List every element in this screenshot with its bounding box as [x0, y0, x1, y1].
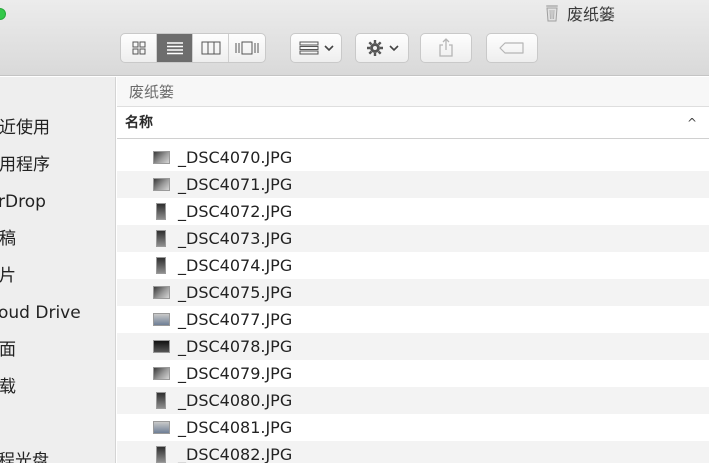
- sidebar-item-recents[interactable]: 近使用: [0, 113, 116, 143]
- sidebar-item-pictures[interactable]: 片: [0, 261, 116, 291]
- list-item[interactable]: _DSC4079.JPG: [117, 360, 709, 387]
- list-view-icon: [166, 42, 183, 55]
- window-title: 废纸篓: [567, 5, 616, 24]
- list-item[interactable]: _DSC4072.JPG: [117, 198, 709, 225]
- image-thumbnail-icon: [153, 340, 170, 353]
- arrange-button[interactable]: [290, 33, 342, 63]
- sidebar-item-label: rDrop: [0, 192, 46, 212]
- file-name: _DSC4072.JPG: [178, 202, 293, 221]
- name-column-header[interactable]: 名称 ^: [117, 108, 709, 139]
- cover-flow-icon: [235, 41, 259, 55]
- window-title-group: 废纸篓: [545, 3, 616, 24]
- file-name: _DSC4070.JPG: [178, 148, 293, 167]
- image-thumbnail-icon: [153, 151, 170, 164]
- cover-flow-button[interactable]: [229, 34, 265, 62]
- tag-button[interactable]: [486, 33, 538, 63]
- path-bar: 废纸篓: [117, 77, 709, 107]
- share-icon: [439, 38, 453, 57]
- file-name: _DSC4074.JPG: [178, 256, 293, 275]
- sidebar-item-airdrop[interactable]: rDrop: [0, 187, 116, 217]
- list-item[interactable]: _DSC4071.JPG: [117, 171, 709, 198]
- sidebar-item-label: 载: [0, 377, 16, 397]
- path-bar-label: 废纸篓: [129, 83, 175, 101]
- list-item[interactable]: _DSC4070.JPG: [117, 144, 709, 171]
- sidebar-item-label: oud Drive: [0, 303, 81, 323]
- share-button[interactable]: [420, 33, 472, 63]
- column-view-icon: [201, 41, 220, 55]
- sidebar-item-label: 面: [0, 340, 16, 360]
- image-thumbnail-icon: [156, 257, 166, 274]
- list-item[interactable]: _DSC4077.JPG: [117, 306, 709, 333]
- sidebar-item-desktop[interactable]: 面: [0, 335, 116, 365]
- sidebar-item-applications[interactable]: 用程序: [0, 150, 116, 180]
- image-thumbnail-icon: [153, 178, 170, 191]
- file-name: _DSC4077.JPG: [178, 310, 293, 329]
- file-name: _DSC4080.JPG: [178, 391, 293, 410]
- file-name: _DSC4075.JPG: [178, 283, 293, 302]
- list-item[interactable]: _DSC4082.JPG: [117, 441, 709, 463]
- list-view-button[interactable]: [157, 34, 193, 62]
- list-item[interactable]: _DSC4078.JPG: [117, 333, 709, 360]
- icon-view-icon: [132, 41, 145, 55]
- list-item[interactable]: _DSC4073.JPG: [117, 225, 709, 252]
- sidebar-item-downloads[interactable]: 载: [0, 372, 116, 402]
- view-switcher: [120, 33, 266, 63]
- sidebar-item-label: 稿: [0, 229, 16, 249]
- file-name: _DSC4078.JPG: [178, 337, 293, 356]
- image-thumbnail-icon: [153, 286, 170, 299]
- chevron-down-icon: [323, 45, 334, 52]
- column-header-label: 名称: [125, 115, 153, 131]
- list-item[interactable]: _DSC4080.JPG: [117, 387, 709, 414]
- sidebar-item-label: 片: [0, 266, 16, 286]
- zoom-window-button[interactable]: [0, 8, 6, 20]
- list-item[interactable]: _DSC4074.JPG: [117, 252, 709, 279]
- trash-icon: [546, 5, 558, 22]
- image-thumbnail-icon: [153, 421, 170, 434]
- image-thumbnail-icon: [153, 313, 170, 326]
- sidebar-item-documents[interactable]: 稿: [0, 224, 116, 254]
- arrange-grid-icon: [299, 41, 318, 55]
- sidebar-item-label: 用程序: [0, 155, 50, 175]
- image-thumbnail-icon: [153, 367, 170, 380]
- file-name: _DSC4079.JPG: [178, 364, 293, 383]
- sidebar: 近使用 用程序 rDrop 稿 片 oud Drive 面 载 程光盘: [0, 77, 116, 463]
- icon-view-button[interactable]: [121, 34, 157, 62]
- file-name: _DSC4073.JPG: [178, 229, 293, 248]
- sidebar-item-remote-disc[interactable]: 程光盘: [0, 446, 116, 463]
- file-list: _DSC4070.JPG _DSC4071.JPG _DSC4072.JPG _…: [117, 144, 709, 463]
- image-thumbnail-icon: [156, 230, 166, 247]
- file-name: _DSC4082.JPG: [178, 445, 293, 463]
- sidebar-item-label: 近使用: [0, 118, 50, 138]
- action-button[interactable]: [355, 33, 409, 63]
- toolbar: [0, 33, 709, 65]
- image-thumbnail-icon: [156, 203, 166, 220]
- list-item[interactable]: _DSC4075.JPG: [117, 279, 709, 306]
- sidebar-item-label: 程光盘: [0, 451, 49, 463]
- tag-icon: [499, 42, 524, 54]
- sidebar-item-icloud-drive[interactable]: oud Drive: [0, 298, 116, 328]
- list-item[interactable]: _DSC4081.JPG: [117, 414, 709, 441]
- sort-ascending-icon[interactable]: ^: [687, 108, 697, 139]
- gear-icon: [366, 40, 383, 56]
- window-titlebar: 废纸篓: [0, 0, 709, 76]
- file-name: _DSC4081.JPG: [178, 418, 293, 437]
- image-thumbnail-icon: [156, 446, 166, 463]
- column-view-button[interactable]: [193, 34, 229, 62]
- file-name: _DSC4071.JPG: [178, 175, 293, 194]
- image-thumbnail-icon: [156, 392, 166, 409]
- chevron-down-icon: [388, 45, 399, 52]
